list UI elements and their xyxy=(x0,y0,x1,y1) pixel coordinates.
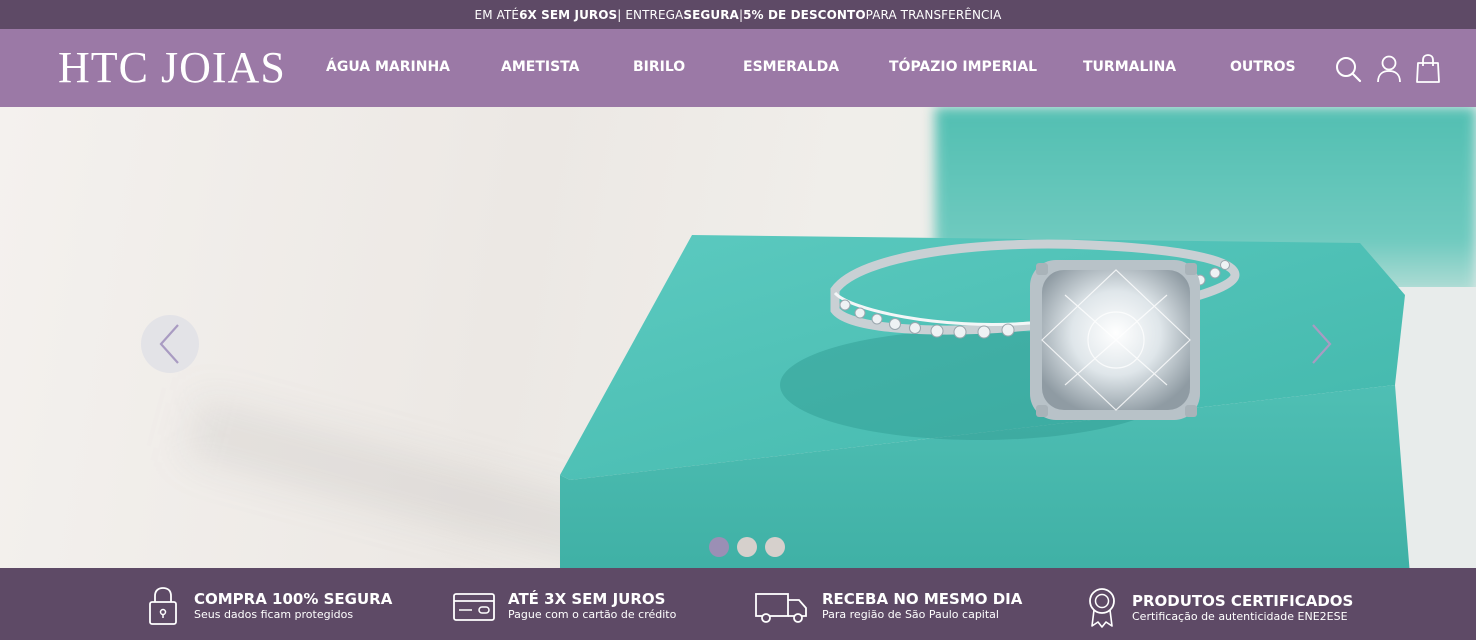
feature-subtitle: Seus dados ficam protegidos xyxy=(194,608,354,621)
features-bar: COMPRA 100% SEGURA Seus dados ficam prot… xyxy=(0,568,1476,640)
feature-installments: ATÉ 3X SEM JUROS Pague com o cartão de c… xyxy=(452,586,676,626)
user-icon[interactable] xyxy=(1374,53,1404,85)
nav-esmeralda[interactable]: ESMERALDA xyxy=(743,59,839,75)
search-icon[interactable] xyxy=(1333,53,1363,85)
feature-subtitle: Para região de São Paulo capital xyxy=(822,608,999,621)
feature-title: ATÉ 3X SEM JUROS xyxy=(508,590,666,608)
nav-topazio-imperial[interactable]: TÓPAZIO IMPERIAL xyxy=(889,59,1037,75)
nav-ametista[interactable]: AMETISTA xyxy=(501,59,579,75)
nav-outros[interactable]: OUTROS xyxy=(1230,59,1296,75)
chevron-left-icon xyxy=(159,324,179,364)
gift-box-with-ring-image xyxy=(560,235,1410,568)
feature-title: COMPRA 100% SEGURA xyxy=(194,590,393,608)
padlock-icon xyxy=(149,587,177,625)
carousel-dots xyxy=(709,537,785,557)
chevron-right-icon xyxy=(1312,324,1332,364)
feature-subtitle: Pague com o cartão de crédito xyxy=(508,608,677,621)
site-logo[interactable]: HTC JOIAS xyxy=(58,43,286,93)
carousel-prev-button[interactable] xyxy=(141,315,199,373)
site-header: HTC JOIAS ÁGUA MARINHA AMETISTA BIRILO E… xyxy=(0,29,1476,107)
promo-text-2: | ENTREGA xyxy=(617,7,684,22)
credit-card-icon xyxy=(453,593,495,621)
carousel-dot-3[interactable] xyxy=(765,537,785,557)
promo-bar: EM ATÉ 6X SEM JUROS | ENTREGA SEGURA | 5… xyxy=(0,0,1476,29)
feature-subtitle: Certificação de autenticidade ENE2ESE xyxy=(1132,610,1348,623)
promo-installments: 6X SEM JUROS xyxy=(519,7,618,22)
certificate-medal-icon xyxy=(1089,588,1115,628)
shopping-bag-icon[interactable] xyxy=(1413,53,1443,85)
delivery-truck-icon xyxy=(755,593,807,623)
promo-secure: SEGURA xyxy=(683,7,739,22)
nav-agua-marinha[interactable]: ÁGUA MARINHA xyxy=(326,59,450,75)
promo-discount: 5% DE DESCONTO xyxy=(743,7,866,22)
feature-secure-purchase: COMPRA 100% SEGURA Seus dados ficam prot… xyxy=(146,586,392,626)
promo-text-1: EM ATÉ xyxy=(474,7,520,22)
feature-title: RECEBA NO MESMO DIA xyxy=(822,590,1023,608)
nav-birilo[interactable]: BIRILO xyxy=(633,59,685,75)
feature-title: PRODUTOS CERTIFICADOS xyxy=(1132,592,1354,610)
promo-text-4: PARA TRANSFERÊNCIA xyxy=(865,7,1002,22)
feature-certified-products: PRODUTOS CERTIFICADOS Certificação de au… xyxy=(1084,586,1353,630)
feature-same-day-delivery: RECEBA NO MESMO DIA Para região de São P… xyxy=(754,586,1022,626)
nav-turmalina[interactable]: TURMALINA xyxy=(1083,59,1176,75)
carousel-next-button[interactable] xyxy=(1298,315,1348,373)
hero-banner xyxy=(0,107,1476,568)
carousel-dot-1[interactable] xyxy=(709,537,729,557)
carousel-dot-2[interactable] xyxy=(737,537,757,557)
